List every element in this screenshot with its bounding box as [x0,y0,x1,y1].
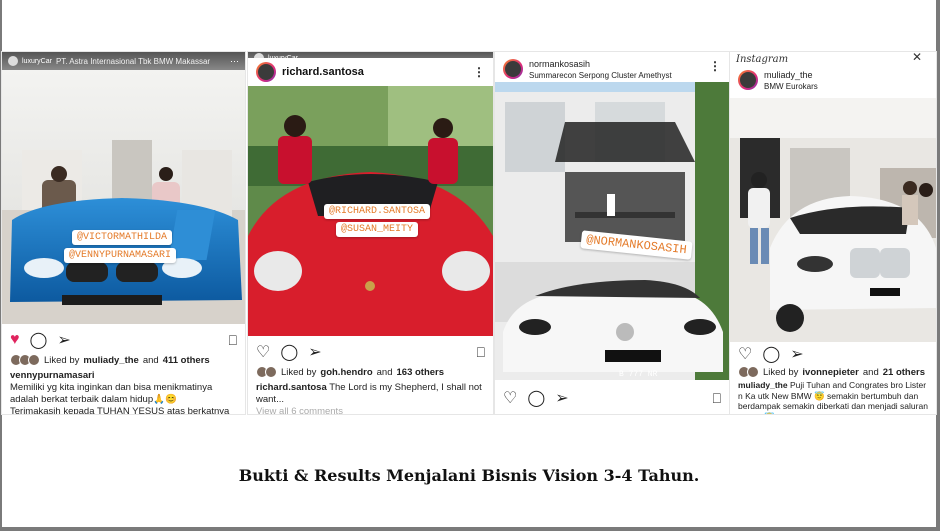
and-label: and [142,354,159,366]
comment-icon[interactable]: ◯ [280,342,298,362]
post-actions: ♡ ◯ ➢ ⎕ [503,388,721,408]
post-2: luxuryCar richard.santosa ⋮ [248,52,493,414]
liked-by-prefix: Liked by [281,366,317,378]
more-icon[interactable]: ⋮ [709,59,721,73]
post-photo: @NORMANKOSASIH B 777 NR [495,82,729,380]
post-caption: muliady_the Puji Tuhan and Congrates bro… [738,380,928,414]
story-header: Instagram [730,52,936,66]
caption-user[interactable]: vennypurnamasari [10,370,94,381]
liker-avatars [738,366,759,378]
liker-avatars [10,354,40,366]
bookmark-icon[interactable]: ⎕ [713,390,721,407]
post-header-text: muliady_the BMW Eurokars [764,70,818,92]
liked-by-user[interactable]: goh.hendro [320,367,372,378]
post-photo: @VICTORMATHILDA @VENNYPURNAMASARI [2,70,245,324]
user-tag[interactable]: @RICHARD.SANTOSA [324,204,431,219]
liked-others[interactable]: 411 others [163,355,210,366]
bookmark-icon[interactable]: ⎕ [229,332,237,349]
post-caption: vennypurnamasari Memiliki yg kita ingink… [10,370,237,414]
caption-user[interactable]: muliady_the [738,380,788,390]
slide-title: Bukti & Results Menjalani Bisnis Vision … [238,466,700,485]
liked-by-prefix: Liked by [763,366,799,378]
post-header-text: normankosasih Summarecon Serpong Cluster… [529,59,672,81]
liker-avatars [256,366,277,378]
liked-others[interactable]: 21 others [883,367,925,378]
post-header: richard.santosa ⋮ [248,58,493,86]
caption-user[interactable]: richard.santosa [256,382,327,393]
post-photo: @RICHARD.SANTOSA @SUSAN_MEITY [248,86,493,336]
post-username[interactable]: richard.santosa [282,66,364,78]
caption-text-2: Terimakasih kepada TUHAN YESUS atas berk… [10,406,230,414]
post-header: muliady_the BMW Eurokars [730,66,936,96]
avatar[interactable] [256,62,276,82]
share-icon[interactable]: ➢ [790,344,803,364]
comment-icon[interactable]: ◯ [762,344,780,364]
post-caption: richard.santosa The Lord is my Shepherd,… [256,382,485,414]
bmw-showroom-photo [730,98,936,342]
share-icon[interactable]: ➢ [57,330,70,350]
user-tag[interactable]: @VICTORMATHILDA [72,230,173,245]
liked-by-prefix: Liked by [44,354,80,366]
post-username[interactable]: normankosasih [529,59,672,70]
post-actions: ♥ ◯ ➢ ⎕ [10,330,237,350]
liked-by-user[interactable]: ivonnepieter [802,367,859,378]
user-tag[interactable]: @VENNYPURNAMASARI [64,248,177,263]
heart-icon[interactable]: ♡ [503,388,517,408]
caption-text: Memiliki yg kita inginkan dan bisa menik… [10,382,213,405]
liked-by-user[interactable]: muliady_the [83,355,138,366]
story-title: PT. Astra Internasional Tbk BMW Makassar [55,56,211,66]
post-location[interactable]: BMW Eurokars [764,81,818,92]
slide: luxuryCar PT. Astra Internasional Tbk BM… [2,0,936,527]
view-comments-link[interactable]: View all 6 comments [256,406,343,414]
showroom-photo [2,70,245,324]
license-plate: B 777 NR [619,370,658,379]
avatar [8,56,18,66]
and-label: and [862,366,879,378]
avatar[interactable] [738,70,758,90]
story-account: luxuryCar [22,57,52,65]
user-tag[interactable]: @SUSAN_MEITY [336,222,419,237]
more-icon[interactable]: ⋮ [473,65,485,79]
house-photo [495,82,729,380]
share-icon[interactable]: ➢ [555,388,568,408]
liked-others[interactable]: 163 others [397,367,445,378]
avatar[interactable] [503,59,523,79]
story-header: luxuryCar PT. Astra Internasional Tbk BM… [2,52,245,70]
heart-icon[interactable]: ♥ [10,331,20,349]
post-photo [730,98,936,342]
likes-line: Liked by ivonnepieter and 21 others [738,366,928,378]
heart-icon[interactable]: ♡ [256,342,270,362]
share-icon[interactable]: ➢ [308,342,321,362]
likes-line: Liked by muliady_the and 411 others [10,354,237,366]
post-username[interactable]: muliady_the [764,70,818,81]
post-1: luxuryCar PT. Astra Internasional Tbk BM… [2,52,245,414]
comment-icon[interactable]: ◯ [30,330,48,350]
comment-icon[interactable]: ◯ [527,388,545,408]
post-actions: ♡ ◯ ➢ ⎕ [256,342,485,362]
and-label: and [376,366,393,378]
bookmark-icon[interactable]: ⎕ [477,344,485,361]
post-4: Instagram muliady_the BMW Eurokars ♡ ◯ ➢… [730,52,936,414]
likes-line: Liked by goh.hendro and 163 others [256,366,485,378]
post-actions: ♡ ◯ ➢ [738,344,928,364]
story-title: Instagram [736,53,789,65]
heart-icon[interactable]: ♡ [738,344,752,364]
close-icon[interactable]: ✕ [912,50,922,64]
post-3: normankosasih Summarecon Serpong Cluster… [495,52,729,414]
post-location[interactable]: Summarecon Serpong Cluster Amethyst [529,70,672,81]
more-icon[interactable]: ⋯ [230,56,239,67]
